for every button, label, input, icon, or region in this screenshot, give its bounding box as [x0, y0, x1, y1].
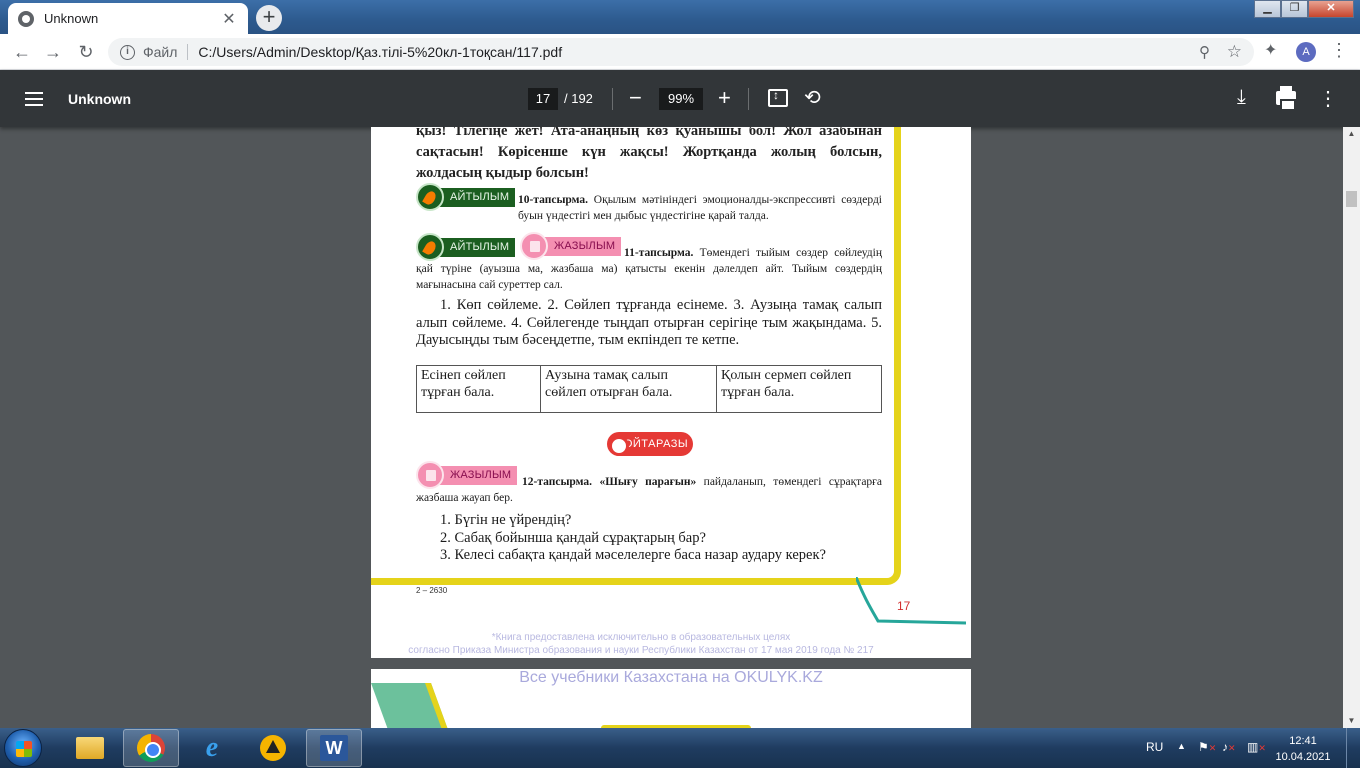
globe-icon — [18, 10, 34, 27]
disclaimer-line: согласно Приказа Министра образования и … — [408, 645, 874, 656]
zoom-input[interactable]: 99% — [659, 88, 703, 110]
print-code: 2 – 2630 — [416, 586, 448, 595]
show-desktop-button[interactable] — [1346, 728, 1360, 768]
page-total: / 192 — [564, 91, 593, 106]
clock-time: 12:41 — [1289, 735, 1317, 747]
table-row: Есінеп сөйлеп тұрған бала. Аузына тамақ … — [416, 365, 882, 413]
list-item: 1. Бүгін не үйрендің? — [440, 512, 572, 528]
table-cell: Аузына тамақ салып сөйлеп отырған бала. — [540, 365, 717, 413]
browser-menu-icon[interactable]: ⋮ — [1330, 40, 1348, 61]
maximize-button[interactable]: ❐ — [1281, 0, 1308, 18]
writing-icon — [416, 461, 444, 489]
bookmark-star-icon[interactable]: ☆ — [1227, 42, 1242, 62]
clock[interactable]: 12:41 10.04.2021 — [1270, 733, 1336, 765]
watermark: Все учебники Казахстана на OKULYK.KZ — [519, 669, 823, 686]
vertical-scrollbar[interactable]: ▲ ▼ — [1343, 127, 1360, 728]
page-number-input[interactable]: 17 — [528, 88, 558, 110]
fit-page-icon[interactable] — [768, 88, 788, 107]
reflection-label: ОЙТАРАЗЫ — [623, 438, 689, 450]
address-separator — [187, 44, 189, 60]
disclaimer-line: *Книга предоставлена исключительно в обр… — [491, 632, 791, 643]
taskbar-explorer[interactable] — [62, 729, 118, 767]
address-bar[interactable]: i Файл C:/Users/Admin/Desktop/Қаз.тілі-5… — [108, 38, 1254, 66]
show-hidden-icons[interactable]: ▲ — [1177, 741, 1186, 751]
folder-icon — [76, 737, 104, 759]
writing-icon — [520, 232, 548, 260]
network-icon[interactable]: ▥✕ — [1247, 740, 1266, 754]
page-number: 17 — [897, 599, 911, 613]
sidebar-menu-icon[interactable] — [25, 92, 43, 106]
back-button[interactable]: ← — [10, 40, 34, 64]
close-tab-button[interactable]: ✕ — [220, 9, 238, 29]
reflection-badge: ОЙТАРАЗЫ — [607, 432, 693, 456]
speaking-icon — [416, 183, 444, 211]
scroll-thumb[interactable] — [1346, 191, 1357, 207]
rotate-icon[interactable]: ⟲ — [804, 85, 821, 110]
scroll-up-arrow-icon[interactable]: ▲ — [1343, 127, 1360, 141]
zoom-out-button[interactable]: − — [629, 85, 642, 111]
language-indicator[interactable]: RU — [1146, 740, 1163, 754]
start-button[interactable] — [4, 729, 42, 767]
taskbar-chrome[interactable] — [123, 729, 179, 767]
list-item: 2. Сабақ бойынша қандай сұрақтарың бар? — [440, 529, 706, 546]
pdf-toolbar: Unknown 17 / 192 − 99% + ⟲ ⤓ ⋮ — [0, 70, 1360, 127]
profile-avatar[interactable]: A — [1296, 42, 1316, 62]
taskbar-app[interactable] — [245, 729, 301, 767]
window-close-button[interactable]: ✕ — [1308, 0, 1354, 18]
task-12-quote: «Шығу парағын» — [599, 476, 697, 488]
download-icon[interactable]: ⤓ — [1237, 86, 1246, 109]
green-decoration — [371, 683, 453, 728]
taskbar-ie[interactable]: e — [184, 729, 240, 767]
prohibition-list: 1. Көп сөйлеме. 2. Сөйлеп тұрғанда есіне… — [416, 297, 882, 348]
speaking-badge-label: АЙТЫЛЫМ — [438, 187, 516, 207]
scheme-label: Файл — [143, 44, 178, 60]
zoom-in-button[interactable]: + — [718, 85, 731, 111]
reload-button[interactable]: ↻ — [74, 40, 98, 64]
tab-title: Unknown — [44, 11, 99, 26]
question-list: 1. Бүгін не үйрендің? 2. Сабақ бойынша қ… — [440, 512, 886, 565]
print-icon[interactable] — [1276, 86, 1296, 111]
task-12: 12-тапсырма. «Шығу парағын» пайдаланып, … — [416, 474, 882, 506]
answer-table: Есінеп сөйлеп тұрған бала. Аузына тамақ … — [416, 365, 882, 413]
task-10: 10-тапсырма. Оқылым мәтініндегі эмоциона… — [518, 192, 882, 224]
new-tab-button[interactable]: + — [256, 5, 282, 31]
scroll-down-arrow-icon[interactable]: ▼ — [1343, 714, 1360, 728]
teal-decoration — [856, 577, 966, 625]
task-11-label: 11-тапсырма. — [624, 247, 694, 259]
zoom-icon[interactable]: ⚲ — [1199, 43, 1210, 61]
browser-tabstrip: Unknown ✕ + ▁ ❐ ✕ — [0, 0, 1360, 34]
speaking-icon — [416, 233, 444, 261]
table-cell: Есінеп сөйлеп тұрған бала. — [416, 365, 541, 413]
more-actions-icon[interactable]: ⋮ — [1318, 86, 1338, 111]
list-item: 3. Келесі сабақта қандай мәселелерге бас… — [440, 547, 826, 563]
disclaimer: *Книга предоставлена исключительно в обр… — [371, 631, 911, 657]
task-11: 11-тапсырма. Төмендегі тыйым сөздер сөйл… — [416, 245, 882, 293]
minimize-button[interactable]: ▁ — [1254, 0, 1281, 18]
word-icon: W — [320, 735, 348, 761]
app-triangle-icon — [260, 735, 286, 761]
toolbar-divider — [612, 88, 613, 110]
task-12-label: 12-тапсырма. — [522, 476, 593, 488]
pdf-title: Unknown — [68, 91, 131, 107]
taskbar-word[interactable]: W — [306, 729, 362, 767]
clock-date: 10.04.2021 — [1275, 751, 1331, 763]
internet-explorer-icon: e — [205, 732, 219, 763]
browser-tab[interactable]: Unknown ✕ — [8, 3, 248, 34]
task-10-label: 10-тапсырма. — [518, 194, 589, 206]
speaking-badge: АЙТЫЛЫМ — [416, 183, 516, 211]
window-controls: ▁ ❐ ✕ — [1254, 0, 1354, 18]
intro-paragraph: қыз! Тілегіңе жет! Ата-анаңның көз қуаны… — [416, 127, 882, 181]
browser-toolbar: ← → ↻ i Файл C:/Users/Admin/Desktop/Қаз.… — [0, 34, 1360, 70]
chrome-icon — [137, 734, 165, 762]
url-text[interactable]: C:/Users/Admin/Desktop/Қаз.тілі-5%20кл-1… — [198, 44, 562, 60]
extensions-icon[interactable]: ✦ — [1264, 40, 1277, 60]
forward-button[interactable]: → — [41, 40, 65, 64]
pdf-page: қыз! Тілегіңе жет! Ата-анаңның көз қуаны… — [371, 127, 971, 658]
info-icon[interactable]: i — [120, 44, 135, 60]
volume-icon[interactable]: ♪✕ — [1222, 740, 1236, 754]
toolbar-divider — [748, 88, 749, 110]
flag-icon[interactable]: ⚑✕ — [1198, 740, 1216, 754]
table-cell: Қолын сермеп сөйлеп тұрған бала. — [716, 365, 882, 413]
